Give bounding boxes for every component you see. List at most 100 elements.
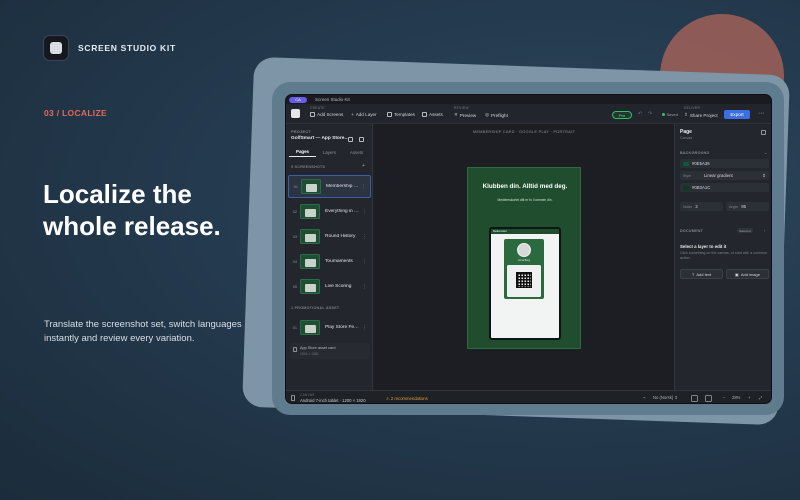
item-menu-icon[interactable]: ⋮ <box>362 259 367 265</box>
more-menu-icon[interactable]: ⋯ <box>758 110 764 117</box>
chevron-right-icon[interactable]: › <box>764 228 765 233</box>
style-label: Style <box>683 173 691 178</box>
color-field-2[interactable]: #0B3A1C <box>680 183 769 192</box>
add-text-button[interactable]: T Add text <box>680 269 723 279</box>
color-field-1[interactable]: #0E5A36 <box>680 159 769 168</box>
fit-icon[interactable] <box>691 395 698 402</box>
screenshot-item[interactable]: 05 Live Scoring ⋮ <box>288 275 371 298</box>
status-badge: Selected <box>737 228 753 233</box>
color-swatch <box>683 161 689 166</box>
hero-line-2: whole release. <box>43 211 221 241</box>
screenshot-artboard[interactable]: Klubben din. Alltid med deg. Medlemskort… <box>467 167 581 349</box>
screenshot-label: Membership … <box>326 184 359 189</box>
screenshot-item[interactable]: 02 Everything in … ⋮ <box>288 200 371 223</box>
hero-line-1: Localize the <box>43 179 192 209</box>
tab-layers[interactable]: Layers <box>316 147 343 157</box>
assets-button[interactable]: Assets <box>422 112 443 117</box>
add-screenshot-icon[interactable]: + <box>362 163 365 169</box>
item-menu-icon[interactable]: ⋮ <box>361 184 366 190</box>
title-bar: CA Screen Studio Kit <box>286 95 771 104</box>
translate-icon[interactable]: ⌁ <box>643 395 646 400</box>
item-menu-icon[interactable]: ⋮ <box>362 209 367 215</box>
zoom-out-icon[interactable]: − <box>723 395 725 400</box>
zoom-level[interactable]: 28% <box>732 395 740 400</box>
canvas[interactable]: MEMBERSHIP CARD · GOOGLE PLAY · PORTRAIT… <box>374 124 674 390</box>
promo-header: 1 PROMOTIONAL ASSET <box>291 306 340 310</box>
add-image-button[interactable]: ▣ Add image <box>726 269 769 279</box>
screenshot-label: Live Scoring <box>325 284 352 289</box>
angle-field[interactable]: Angle 95 <box>726 202 769 211</box>
step-label: 03 / LOCALIZE <box>44 108 107 118</box>
left-tabs: Pages Layers Assets <box>289 147 370 157</box>
asset-dimensions: 1024 × 1080 <box>300 352 319 356</box>
angle-value: 95 <box>741 204 746 209</box>
device-mockup[interactable]: Medlemskort Anna Berg <box>489 227 561 340</box>
screenshot-item[interactable]: 01 Membership … ⋮ <box>288 175 371 198</box>
item-menu-icon[interactable]: ⋮ <box>362 234 367 240</box>
tab-pages[interactable]: Pages <box>289 147 316 157</box>
asset-card[interactable]: App Store asset card 1024 × 1080 <box>290 343 370 359</box>
preview-button[interactable]: ✕ Preview <box>454 112 476 118</box>
app-menu-icon[interactable] <box>291 109 300 118</box>
item-menu-icon[interactable]: ⋮ <box>362 325 367 331</box>
noise-field[interactable]: Noise 3 <box>680 202 723 211</box>
templates-button[interactable]: Templates <box>387 112 415 117</box>
style-select[interactable]: Style Linear gradient ⇕ <box>680 171 769 180</box>
undo-icon[interactable]: ↶ <box>638 111 642 117</box>
fullscreen-icon[interactable]: ⤢ <box>759 395 762 400</box>
hero-subtitle: Translate the screenshot set, switch lan… <box>44 319 242 344</box>
status-bar: CANVAS Android 7-inch tablet · 1200 × 19… <box>286 390 771 403</box>
add-layer-button[interactable]: + Add Layer <box>351 112 377 117</box>
background-section: BACKGROUND <box>680 151 710 155</box>
export-button[interactable]: Export <box>724 110 750 119</box>
inspector-title: Page <box>680 129 692 135</box>
qr-card <box>507 265 541 297</box>
color-1-value: #0E5A36 <box>692 161 710 166</box>
collapse-icon[interactable] <box>359 137 364 142</box>
layout-icon[interactable] <box>761 130 766 135</box>
project-name[interactable]: GolfSmart — App Store… <box>291 136 349 141</box>
brand: SCREEN STUDIO KIT <box>44 36 176 60</box>
saved-dot-icon <box>662 113 665 116</box>
grid-icon[interactable] <box>348 137 353 142</box>
device-selector[interactable]: Android 7-inch tablet · 1200 × 1920 <box>300 398 366 403</box>
locale-label: No (Norsk) <box>653 395 674 400</box>
screenshot-label: Tournaments <box>325 259 353 264</box>
assets-label: Assets <box>429 112 443 117</box>
inspector-panel: Page Canvas BACKGROUND ⌄ #0E5A36 Style L… <box>674 124 771 390</box>
share-label: Share Project <box>689 112 718 118</box>
recommendations-link[interactable]: ⚠ 2 recommendations <box>386 396 428 401</box>
artboard-subline[interactable]: Medlemskortet ditt er fo i lommen din. <box>468 198 582 202</box>
color-swatch <box>683 185 689 190</box>
pro-badge[interactable]: Pro <box>612 111 632 119</box>
screenshot-number: 04 <box>292 259 297 264</box>
screenshot-thumbnail <box>300 254 320 269</box>
saved-label: Saved <box>666 112 678 117</box>
document-section: DOCUMENT <box>680 229 704 233</box>
promo-item[interactable]: 01 Play Store Fe… ⋮ <box>288 316 371 339</box>
redo-icon[interactable]: ↷ <box>648 111 652 117</box>
screenshot-number: 05 <box>292 284 297 289</box>
zoom-in-icon[interactable]: + <box>748 395 750 400</box>
preflight-button[interactable]: ◎ Preflight <box>485 112 508 118</box>
templates-label: Templates <box>394 112 415 117</box>
screenshot-thumbnail <box>300 229 320 244</box>
screenshot-item[interactable]: 04 Tournaments ⋮ <box>288 250 371 273</box>
share-project-button[interactable]: ⇪ Share Project <box>684 112 718 118</box>
grid-toggle-icon[interactable] <box>705 395 712 402</box>
chevron-down-icon[interactable]: ⌄ <box>764 150 767 155</box>
empty-state-text: Click something on the canvas, or start … <box>680 251 768 260</box>
tab-assets[interactable]: Assets <box>343 147 370 157</box>
screenshot-item[interactable]: 03 Round History ⋮ <box>288 225 371 248</box>
membership-card: Anna Berg <box>504 239 544 299</box>
artboard-headline[interactable]: Klubben din. Alltid med deg. <box>468 183 582 190</box>
screenshot-number: 03 <box>292 234 297 239</box>
inspector-subtitle: Canvas <box>680 136 693 140</box>
workspace-badge[interactable]: CA <box>289 96 307 103</box>
text-icon: T <box>691 271 695 277</box>
hero-headline: Localize the whole release. <box>43 178 253 242</box>
item-menu-icon[interactable]: ⋮ <box>362 284 367 290</box>
add-screens-button[interactable]: Add Screens <box>310 112 343 117</box>
export-label: Export <box>730 112 744 117</box>
locale-select[interactable]: No (Norsk) ⇕ <box>653 395 678 400</box>
